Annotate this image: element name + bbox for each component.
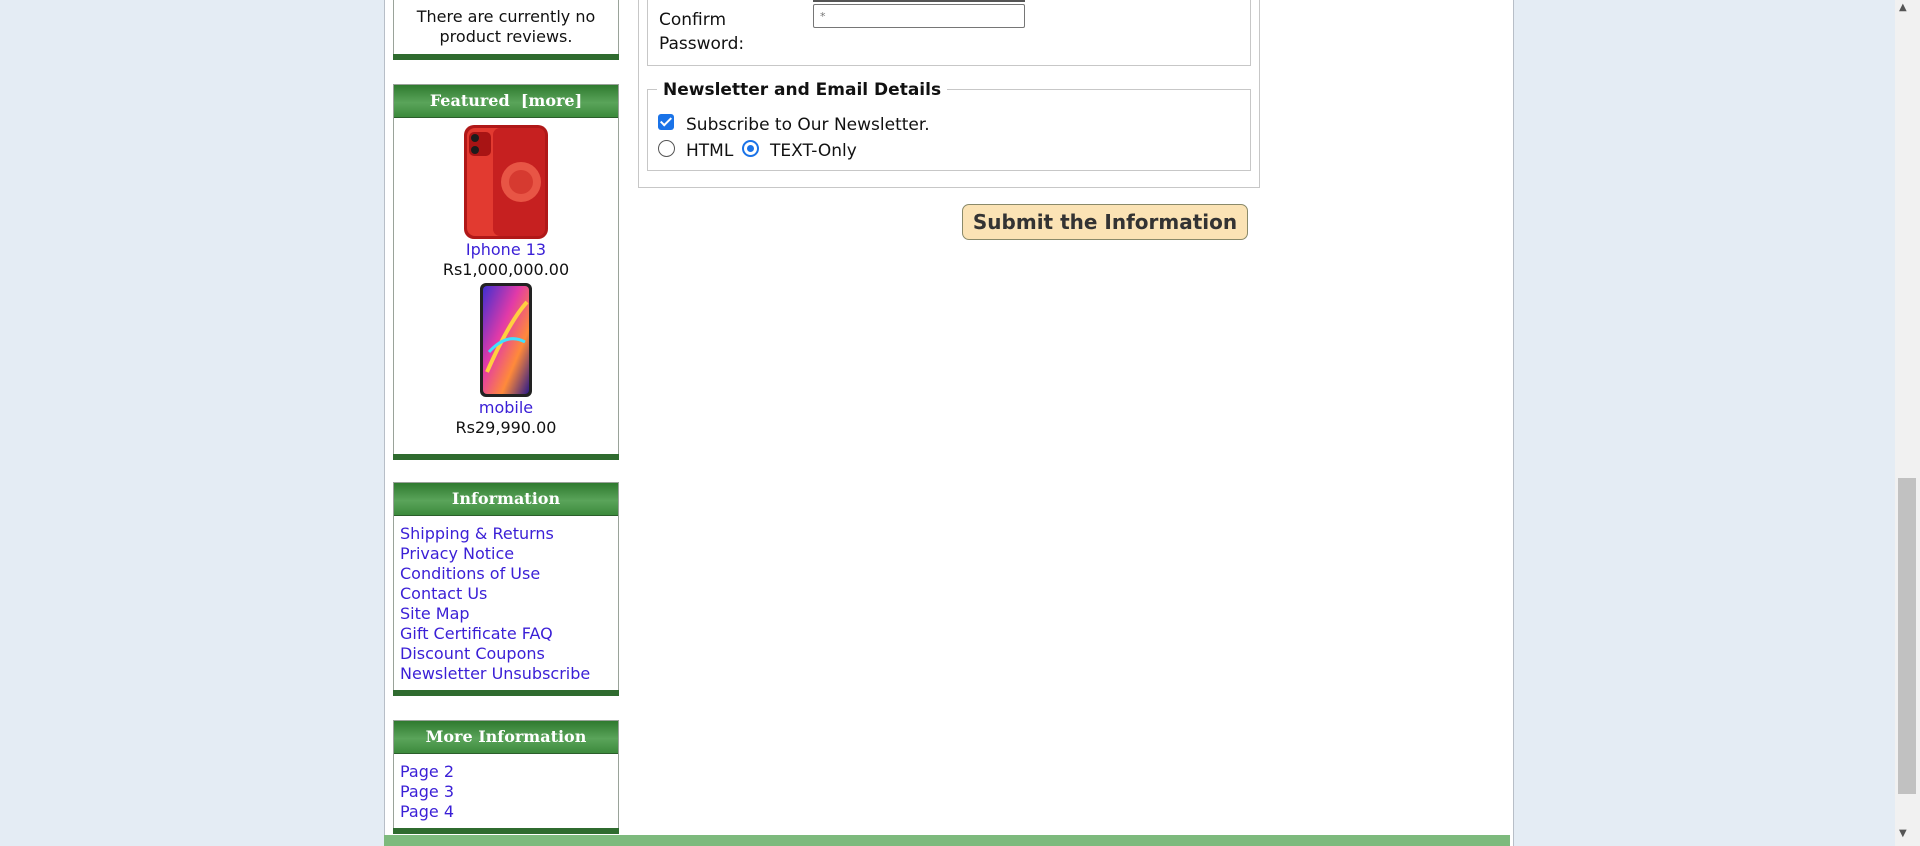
format-html-radio[interactable] <box>658 140 675 157</box>
featured-box: Featured [more] Iphone 13 Rs1,000,000.00 <box>393 84 619 460</box>
product-item: Iphone 13 Rs1,000,000.00 mobile Rs29,990… <box>394 118 618 438</box>
reviews-box: There are currently no product reviews. <box>393 0 619 60</box>
link-discount-coupons[interactable]: Discount Coupons <box>400 644 612 664</box>
box-footer <box>393 690 619 696</box>
subscribe-checkbox[interactable] <box>658 114 674 130</box>
newsletter-legend: Newsletter and Email Details <box>657 80 948 100</box>
confirm-password-input[interactable] <box>813 4 1025 28</box>
information-box: Information Shipping & Returns Privacy N… <box>393 482 619 696</box>
colorful-phone-image[interactable] <box>479 282 533 398</box>
information-links: Shipping & Returns Privacy Notice Condit… <box>394 516 618 684</box>
featured-title: Featured <box>429 91 510 110</box>
format-text-label: TEXT-Only <box>770 141 857 161</box>
box-footer <box>393 54 619 60</box>
more-information-links: Page 2 Page 3 Page 4 <box>394 754 618 822</box>
product-price: Rs29,990.00 <box>455 418 557 437</box>
link-gift-certificate-faq[interactable]: Gift Certificate FAQ <box>400 624 612 644</box>
footer-bar <box>384 835 1510 846</box>
link-newsletter-unsubscribe[interactable]: Newsletter Unsubscribe <box>400 664 612 684</box>
information-header: Information <box>394 483 618 516</box>
format-html-label: HTML <box>686 141 734 161</box>
product-price: Rs1,000,000.00 <box>442 260 570 279</box>
link-page-4[interactable]: Page 4 <box>400 802 612 822</box>
box-footer <box>393 828 619 834</box>
format-text-radio[interactable] <box>742 140 759 157</box>
subscribe-label: Subscribe to Our Newsletter. <box>686 115 930 135</box>
product-link-mobile[interactable]: mobile <box>394 398 618 418</box>
link-contact-us[interactable]: Contact Us <box>400 584 612 604</box>
scroll-down-arrow-icon[interactable]: ▼ <box>1899 828 1907 839</box>
scrollbar-thumb[interactable] <box>1898 478 1916 794</box>
link-conditions-of-use[interactable]: Conditions of Use <box>400 564 612 584</box>
product-link-iphone[interactable]: Iphone 13 <box>394 240 618 260</box>
page-container: There are currently no product reviews. … <box>384 0 1514 846</box>
link-shipping-returns[interactable]: Shipping & Returns <box>400 524 612 544</box>
featured-header: Featured [more] <box>394 85 618 118</box>
featured-more-link[interactable]: [more] <box>521 91 582 110</box>
scroll-up-arrow-icon[interactable]: ▲ <box>1899 2 1907 13</box>
red-phone-image[interactable] <box>463 124 549 240</box>
submit-button[interactable]: Submit the Information <box>962 204 1248 240</box>
link-page-3[interactable]: Page 3 <box>400 782 612 802</box>
more-information-header: More Information <box>394 721 618 754</box>
link-privacy-notice[interactable]: Privacy Notice <box>400 544 612 564</box>
field-edge <box>813 0 1025 2</box>
box-footer <box>393 454 619 460</box>
link-site-map[interactable]: Site Map <box>400 604 612 624</box>
confirm-password-label: Confirm Password: <box>659 10 745 54</box>
link-page-2[interactable]: Page 2 <box>400 762 612 782</box>
more-information-box: More Information Page 2 Page 3 Page 4 <box>393 720 619 834</box>
reviews-text: There are currently no product reviews. <box>416 7 596 46</box>
